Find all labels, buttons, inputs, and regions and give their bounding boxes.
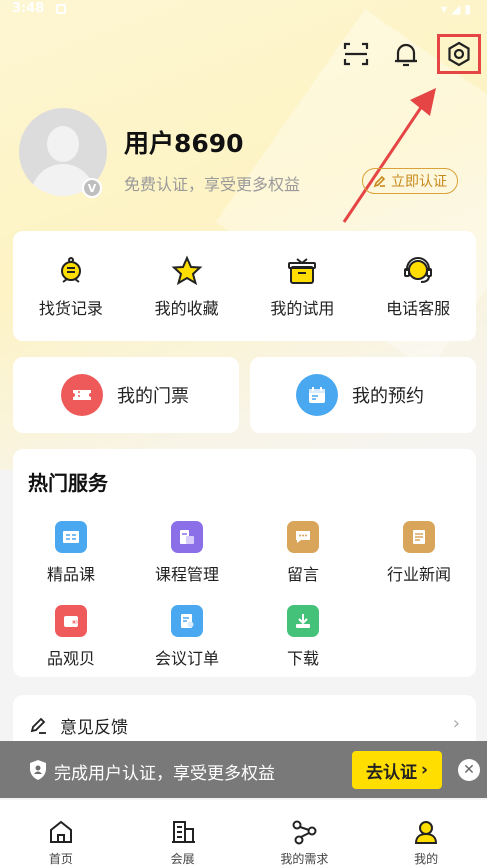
quick-item-label: 找货记录 bbox=[38, 299, 103, 318]
service-pinguanbei[interactable]: 品观贝 bbox=[13, 605, 129, 669]
gift-box-icon bbox=[288, 258, 317, 284]
service-premium-course[interactable]: 精品课 bbox=[13, 521, 129, 585]
service-label: 留言 bbox=[286, 565, 319, 584]
search-record-icon bbox=[60, 257, 81, 283]
course-icon bbox=[55, 521, 87, 553]
tab-label: 我的 bbox=[414, 852, 439, 866]
service-label: 会议订单 bbox=[154, 649, 219, 668]
status-bar: 3:48 ▾◢▮ bbox=[0, 0, 487, 20]
scan-button[interactable] bbox=[338, 36, 374, 72]
close-icon: ✕ bbox=[463, 762, 475, 778]
go-verify-button[interactable]: 去认证 › bbox=[352, 751, 442, 789]
user-icon bbox=[415, 821, 438, 844]
hot-services-title: 热门服务 bbox=[28, 471, 108, 495]
status-icons: ▾◢▮ bbox=[441, 2, 475, 16]
star-icon bbox=[171, 255, 203, 286]
tab-label: 会展 bbox=[170, 852, 195, 866]
wallet-icon bbox=[55, 605, 87, 637]
tab-home[interactable]: 首页 bbox=[0, 800, 122, 868]
chevron-right-icon: › bbox=[420, 760, 428, 780]
service-industry-news[interactable]: 行业新闻 bbox=[361, 521, 477, 585]
close-banner-button[interactable]: ✕ bbox=[458, 759, 480, 781]
verify-now-label: 立即认证 bbox=[391, 174, 447, 190]
bell-icon bbox=[395, 43, 417, 67]
home-icon bbox=[49, 820, 72, 843]
my-tickets-card[interactable]: 我的门票 bbox=[13, 357, 239, 433]
banner-text: 完成用户认证，享受更多权益 bbox=[54, 764, 275, 784]
service-meeting-orders[interactable]: 会议订单 bbox=[129, 605, 245, 669]
quick-item-label: 我的试用 bbox=[270, 299, 335, 318]
tab-my-needs[interactable]: 我的需求 bbox=[244, 800, 366, 868]
tab-exhibition[interactable]: 会展 bbox=[122, 800, 244, 868]
service-message[interactable]: 留言 bbox=[245, 521, 361, 585]
service-label: 行业新闻 bbox=[386, 565, 451, 584]
order-icon bbox=[171, 605, 203, 637]
ticket-icon bbox=[61, 374, 103, 416]
edit-icon bbox=[373, 175, 386, 188]
quick-actions-card: 找货记录 我的收藏 我的试用 电话客服 bbox=[13, 231, 476, 341]
notification-button[interactable] bbox=[388, 36, 424, 72]
service-course-management[interactable]: 课程管理 bbox=[129, 521, 245, 585]
building-icon bbox=[171, 821, 195, 843]
chevron-right-icon: › bbox=[452, 713, 460, 734]
service-label: 精品课 bbox=[46, 565, 95, 584]
service-label: 下载 bbox=[286, 649, 319, 668]
username: 用户8690 bbox=[124, 129, 244, 158]
quick-item-trial[interactable]: 我的试用 bbox=[245, 231, 361, 341]
service-download[interactable]: 下载 bbox=[245, 605, 361, 669]
feedback-label: 意见反馈 bbox=[60, 718, 128, 738]
verified-badge: V bbox=[82, 178, 102, 198]
share-nodes-icon bbox=[292, 820, 317, 845]
my-bookings-label: 我的预约 bbox=[352, 386, 424, 407]
calendar-icon bbox=[296, 374, 338, 416]
headset-icon bbox=[404, 257, 433, 283]
scan-icon bbox=[343, 42, 369, 66]
tab-label: 我的需求 bbox=[280, 852, 329, 866]
my-tickets-label: 我的门票 bbox=[117, 386, 189, 407]
gear-icon bbox=[448, 41, 470, 67]
quick-item-favorites[interactable]: 我的收藏 bbox=[129, 231, 245, 341]
quick-item-label: 我的收藏 bbox=[154, 299, 219, 318]
tab-label: 首页 bbox=[48, 852, 73, 866]
status-time: 3:48 bbox=[12, 1, 45, 16]
annotation-arrow bbox=[342, 88, 436, 223]
course-manage-icon bbox=[171, 521, 203, 553]
hot-services-card: 热门服务 精品课 课程管理 留言 行业新闻 品观贝 会议订单 下载 bbox=[13, 449, 476, 677]
shield-icon bbox=[30, 760, 46, 780]
notification-icon bbox=[56, 4, 66, 14]
news-icon bbox=[403, 521, 435, 553]
pencil-icon bbox=[30, 717, 46, 734]
quick-item-search-record[interactable]: 找货记录 bbox=[13, 231, 129, 341]
service-label: 课程管理 bbox=[154, 565, 219, 584]
quick-item-label: 电话客服 bbox=[386, 299, 451, 318]
download-icon bbox=[287, 605, 319, 637]
message-icon bbox=[287, 521, 319, 553]
bottom-tab-bar: 首页 会展 我的需求 我的 bbox=[0, 800, 487, 868]
my-bookings-card[interactable]: 我的预约 bbox=[250, 357, 476, 433]
profile-subtitle: 免费认证，享受更多权益 bbox=[124, 175, 301, 194]
verification-banner: 完成用户认证，享受更多权益 去认证 › bbox=[0, 741, 487, 798]
tab-mine[interactable]: 我的 bbox=[365, 800, 487, 868]
service-label: 品观贝 bbox=[46, 649, 95, 668]
verify-now-button[interactable]: 立即认证 bbox=[362, 168, 458, 194]
settings-button[interactable] bbox=[437, 34, 481, 74]
quick-item-customer-service[interactable]: 电话客服 bbox=[360, 231, 476, 341]
go-verify-label: 去认证 bbox=[365, 762, 417, 783]
